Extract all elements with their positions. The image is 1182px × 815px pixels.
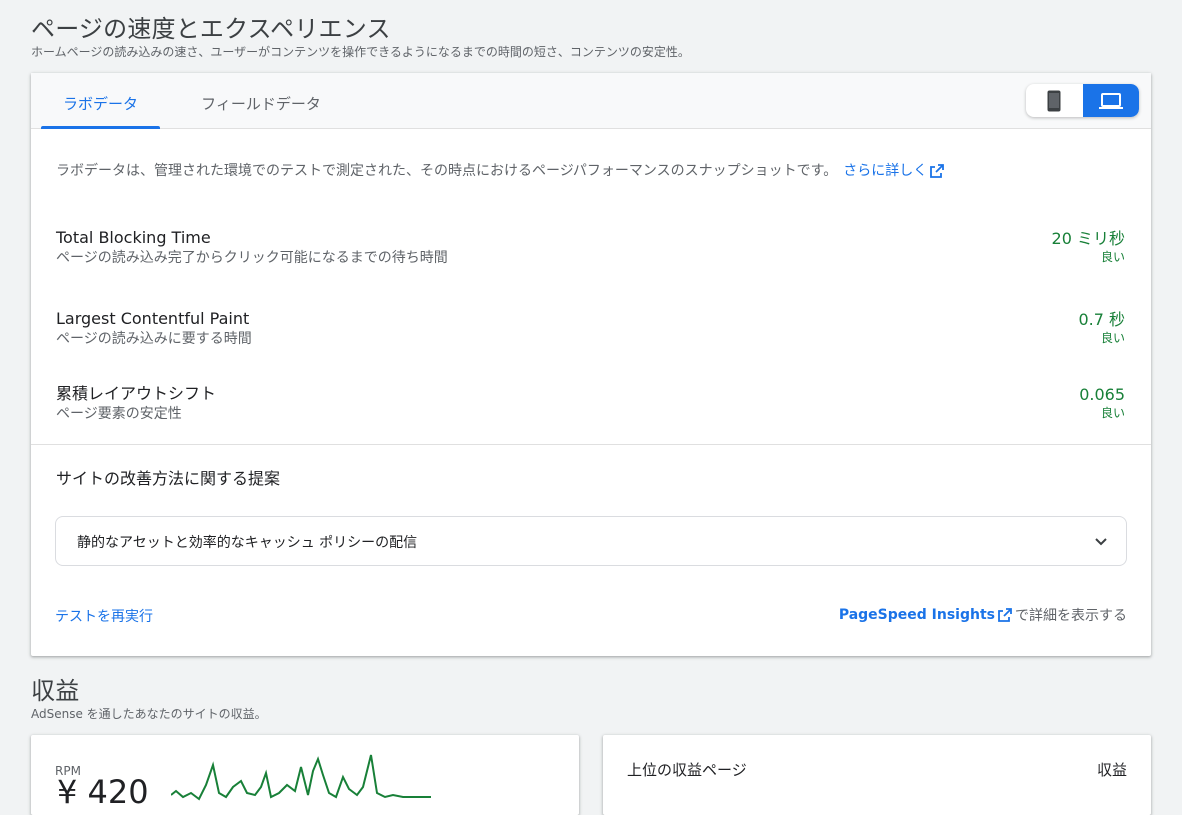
smartphone-icon (1047, 90, 1061, 111)
metric-row-cls: 累積レイアウトシフト ページ要素の安定性 0.065 良い (56, 384, 1125, 423)
speed-section-header: ページの速度とエクスペリエンス ホームページの読み込みの速さ、ユーザーがコンテン… (31, 14, 690, 59)
open-in-new-icon (998, 608, 1012, 622)
learn-more-link[interactable]: さらに詳しく (843, 163, 947, 179)
metric-rating: 良い (1100, 406, 1125, 420)
rerun-test-link[interactable]: テストを再実行 (55, 606, 153, 626)
metric-rating: 良い (1100, 331, 1125, 345)
suggestion-accordion[interactable]: 静的なアセットと効率的なキャッシュ ポリシーの配信 (55, 516, 1127, 566)
metric-row-tbt: Total Blocking Time ページの読み込み完了からクリック可能にな… (56, 228, 1125, 267)
speed-section-subtitle: ホームページの読み込みの速さ、ユーザーがコンテンツを操作できるようになるまでの時… (31, 45, 690, 59)
top-pages-label: 上位の収益ページ (627, 761, 747, 779)
revenue-section-subtitle: AdSense を通したあなたのサイトの収益。 (31, 707, 267, 721)
lab-description: ラボデータは、管理された環境でのテストで測定された、その時点におけるページパフォ… (56, 161, 947, 181)
metric-value-group: 0.065 良い (1079, 384, 1125, 420)
suggestion-label: 静的なアセットと効率的なキャッシュ ポリシーの配信 (77, 535, 418, 551)
metric-value: 0.065 (1079, 385, 1125, 404)
metric-rating: 良い (1100, 250, 1125, 264)
speed-section-title: ページの速度とエクスペリエンス (31, 15, 391, 43)
suggestions-title: サイトの改善方法に関する提案 (56, 469, 281, 488)
metric-value: 0.7 秒 (1078, 310, 1125, 329)
revenue-section-title: 収益 (31, 677, 80, 705)
psi-suffix: で詳細を表示する (1015, 608, 1127, 624)
metric-value-group: 0.7 秒 良い (1078, 309, 1125, 345)
rpm-sparkline (171, 754, 431, 801)
psi-footer: PageSpeed Insights で詳細を表示する (839, 605, 1127, 625)
metric-name: 累積レイアウトシフト (56, 384, 217, 403)
metric-value-group: 20 ミリ秒 良い (1052, 228, 1125, 264)
section-divider (31, 444, 1151, 445)
chevron-down-icon (1095, 538, 1107, 546)
metric-name: Total Blocking Time (56, 228, 211, 247)
revenue-section-header: 収益 AdSense を通したあなたのサイトの収益。 (31, 676, 267, 721)
revenue-column-header: 収益 (1096, 761, 1127, 779)
speed-card: ラボデータ フィールドデータ ラボデータは、管理された環境でのテストで測定された… (31, 73, 1151, 656)
metric-desc: ページの読み込み完了からクリック可能になるまでの待ち時間 (56, 250, 448, 266)
tab-lab-data[interactable]: ラボデータ (41, 73, 160, 129)
desktop-device-button[interactable] (1083, 84, 1139, 117)
metric-row-lcp: Largest Contentful Paint ページの読み込みに要する時間 … (56, 309, 1125, 348)
rpm-card: RPM ¥ 420 (31, 735, 579, 815)
pagespeed-insights-link[interactable]: PageSpeed Insights (839, 607, 995, 623)
metric-name: Largest Contentful Paint (56, 309, 250, 328)
laptop-icon (1099, 92, 1123, 109)
tab-field-data[interactable]: フィールドデータ (181, 73, 341, 129)
mobile-device-button[interactable] (1026, 84, 1082, 117)
learn-more-label: さらに詳しく (843, 163, 928, 179)
metric-desc: ページの読み込みに要する時間 (56, 331, 252, 347)
rpm-value: ¥ 420 (57, 773, 149, 811)
device-toggle (1026, 84, 1139, 117)
open-in-new-icon (930, 164, 945, 178)
metric-desc: ページ要素の安定性 (56, 406, 182, 422)
lab-description-text: ラボデータは、管理された環境でのテストで測定された、その時点におけるページパフォ… (56, 163, 838, 179)
tab-bar: ラボデータ フィールドデータ (31, 73, 1151, 129)
metric-value: 20 ミリ秒 (1051, 229, 1125, 248)
top-pages-card: 上位の収益ページ 収益 (603, 735, 1151, 815)
